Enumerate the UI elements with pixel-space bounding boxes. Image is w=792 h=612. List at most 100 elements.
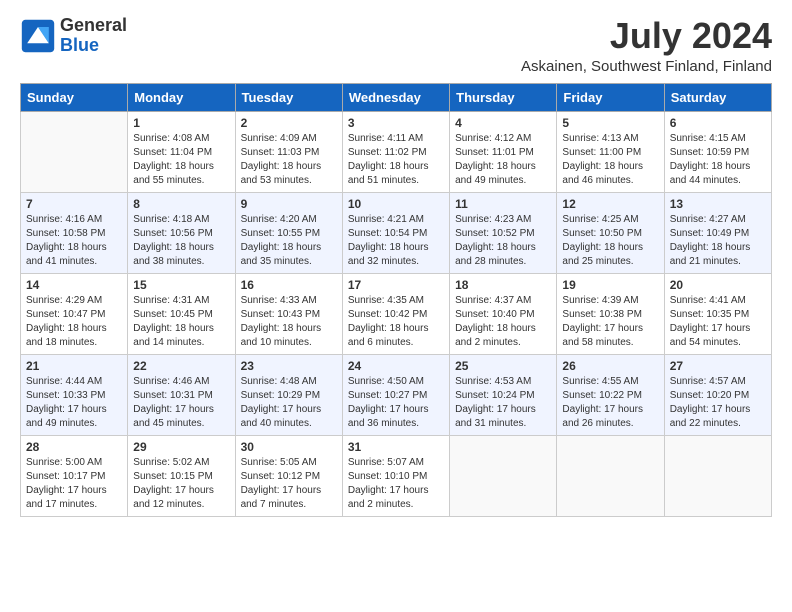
calendar-cell: 8Sunrise: 4:18 AMSunset: 10:56 PMDayligh… <box>128 192 235 273</box>
calendar-cell: 17 Sunrise: 4:35 AMSunset: 10:42 PMDaylig… <box>342 273 449 354</box>
calendar-cell: 25Sunrise: 4:53 AMSunset: 10:24 PMDaylig… <box>450 354 557 435</box>
calendar-cell: 13 Sunrise: 4:27 AMSunset: 10:49 PMDaylig… <box>664 192 771 273</box>
day-number: 23 <box>241 359 337 373</box>
day-number: 1 <box>133 116 229 130</box>
calendar-cell: 12 Sunrise: 4:25 AMSunset: 10:50 PMDaylig… <box>557 192 664 273</box>
day-info: Sunrise: 5:00 AMSunset: 10:17 PMDaylight… <box>26 456 122 512</box>
calendar-cell: 29Sunrise: 5:02 AMSunset: 10:15 PMDaylig… <box>128 435 235 516</box>
day-info: Sunrise: 4:57 AMSunset: 10:20 PMDaylight… <box>670 375 766 431</box>
day-info: Sunrise: 4:15 AMSunset: 10:59 PMDaylight… <box>670 132 766 188</box>
col-header-friday: Friday <box>557 83 664 111</box>
day-number: 27 <box>670 359 766 373</box>
day-info: Sunrise: 4:46 AMSunset: 10:31 PMDaylight… <box>133 375 229 431</box>
col-header-tuesday: Tuesday <box>235 83 342 111</box>
calendar-cell <box>450 435 557 516</box>
calendar-cell: 5 Sunrise: 4:13 AMSunset: 11:00 PMDayligh… <box>557 111 664 192</box>
day-info: Sunrise: 4:25 AMSunset: 10:50 PMDaylight… <box>562 213 658 269</box>
day-number: 4 <box>455 116 551 130</box>
day-number: 30 <box>241 440 337 454</box>
day-info: Sunrise: 5:05 AMSunset: 10:12 PMDaylight… <box>241 456 337 512</box>
day-info: Sunrise: 4:21 AMSunset: 10:54 PMDaylight… <box>348 213 444 269</box>
calendar-cell: 20 Sunrise: 4:41 AMSunset: 10:35 PMDaylig… <box>664 273 771 354</box>
day-info: Sunrise: 4:08 AMSunset: 11:04 PMDaylight… <box>133 132 229 188</box>
day-info: Sunrise: 4:35 AMSunset: 10:42 PMDaylight… <box>348 294 444 350</box>
day-info: Sunrise: 4:33 AMSunset: 10:43 PMDaylight… <box>241 294 337 350</box>
week-row-2: 7 Sunrise: 4:16 AMSunset: 10:58 PMDayligh… <box>21 192 772 273</box>
calendar-cell: 4 Sunrise: 4:12 AMSunset: 11:01 PMDayligh… <box>450 111 557 192</box>
calendar-cell: 27 Sunrise: 4:57 AMSunset: 10:20 PMDaylig… <box>664 354 771 435</box>
day-number: 20 <box>670 278 766 292</box>
header-row: SundayMondayTuesdayWednesdayThursdayFrid… <box>21 83 772 111</box>
calendar-cell: 11 Sunrise: 4:23 AMSunset: 10:52 PMDaylig… <box>450 192 557 273</box>
day-info: Sunrise: 4:16 AMSunset: 10:58 PMDaylight… <box>26 213 122 269</box>
day-number: 15 <box>133 278 229 292</box>
logo-text: General Blue <box>60 16 127 56</box>
day-number: 2 <box>241 116 337 130</box>
day-number: 14 <box>26 278 122 292</box>
day-number: 22 <box>133 359 229 373</box>
day-number: 26 <box>562 359 658 373</box>
calendar-cell: 18 Sunrise: 4:37 AMSunset: 10:40 PMDaylig… <box>450 273 557 354</box>
day-number: 31 <box>348 440 444 454</box>
calendar-cell: 31Sunrise: 5:07 AMSunset: 10:10 PMDaylig… <box>342 435 449 516</box>
week-row-4: 21Sunrise: 4:44 AMSunset: 10:33 PMDaylig… <box>21 354 772 435</box>
day-number: 21 <box>26 359 122 373</box>
col-header-wednesday: Wednesday <box>342 83 449 111</box>
day-number: 10 <box>348 197 444 211</box>
day-number: 7 <box>26 197 122 211</box>
day-info: Sunrise: 4:39 AMSunset: 10:38 PMDaylight… <box>562 294 658 350</box>
calendar-cell: 22 Sunrise: 4:46 AMSunset: 10:31 PMDaylig… <box>128 354 235 435</box>
calendar-cell: 23 Sunrise: 4:48 AMSunset: 10:29 PMDaylig… <box>235 354 342 435</box>
calendar-cell: 24Sunrise: 4:50 AMSunset: 10:27 PMDaylig… <box>342 354 449 435</box>
title-section: July 2024 Askainen, Southwest Finland, F… <box>521 16 772 75</box>
day-info: Sunrise: 4:27 AMSunset: 10:49 PMDaylight… <box>670 213 766 269</box>
calendar-cell: 9 Sunrise: 4:20 AMSunset: 10:55 PMDayligh… <box>235 192 342 273</box>
day-number: 28 <box>26 440 122 454</box>
day-info: Sunrise: 4:55 AMSunset: 10:22 PMDaylight… <box>562 375 658 431</box>
day-number: 17 <box>348 278 444 292</box>
day-info: Sunrise: 4:48 AMSunset: 10:29 PMDaylight… <box>241 375 337 431</box>
day-info: Sunrise: 4:11 AMSunset: 11:02 PMDaylight… <box>348 132 444 188</box>
month-year: July 2024 <box>521 16 772 56</box>
day-info: Sunrise: 4:29 AMSunset: 10:47 PMDaylight… <box>26 294 122 350</box>
day-info: Sunrise: 4:53 AMSunset: 10:24 PMDaylight… <box>455 375 551 431</box>
day-info: Sunrise: 4:23 AMSunset: 10:52 PMDaylight… <box>455 213 551 269</box>
day-number: 9 <box>241 197 337 211</box>
calendar-cell: 26 Sunrise: 4:55 AMSunset: 10:22 PMDaylig… <box>557 354 664 435</box>
day-number: 29 <box>133 440 229 454</box>
logo-general-text: General <box>60 16 127 36</box>
calendar-cell: 3Sunrise: 4:11 AMSunset: 11:02 PMDayligh… <box>342 111 449 192</box>
day-info: Sunrise: 4:09 AMSunset: 11:03 PMDaylight… <box>241 132 337 188</box>
day-number: 8 <box>133 197 229 211</box>
calendar-cell: 7 Sunrise: 4:16 AMSunset: 10:58 PMDayligh… <box>21 192 128 273</box>
calendar-cell: 21Sunrise: 4:44 AMSunset: 10:33 PMDaylig… <box>21 354 128 435</box>
col-header-saturday: Saturday <box>664 83 771 111</box>
calendar-cell: 30 Sunrise: 5:05 AMSunset: 10:12 PMDaylig… <box>235 435 342 516</box>
day-number: 5 <box>562 116 658 130</box>
day-info: Sunrise: 4:41 AMSunset: 10:35 PMDaylight… <box>670 294 766 350</box>
week-row-1: 1 Sunrise: 4:08 AMSunset: 11:04 PMDayligh… <box>21 111 772 192</box>
week-row-5: 28 Sunrise: 5:00 AMSunset: 10:17 PMDaylig… <box>21 435 772 516</box>
calendar-cell <box>21 111 128 192</box>
logo-blue-text: Blue <box>60 36 127 56</box>
day-number: 11 <box>455 197 551 211</box>
calendar-cell: 1 Sunrise: 4:08 AMSunset: 11:04 PMDayligh… <box>128 111 235 192</box>
day-number: 13 <box>670 197 766 211</box>
day-number: 6 <box>670 116 766 130</box>
calendar-cell: 2 Sunrise: 4:09 AMSunset: 11:03 PMDayligh… <box>235 111 342 192</box>
calendar-cell <box>557 435 664 516</box>
day-number: 12 <box>562 197 658 211</box>
day-info: Sunrise: 4:20 AMSunset: 10:55 PMDaylight… <box>241 213 337 269</box>
day-info: Sunrise: 4:31 AMSunset: 10:45 PMDaylight… <box>133 294 229 350</box>
calendar-cell <box>664 435 771 516</box>
calendar-cell: 28 Sunrise: 5:00 AMSunset: 10:17 PMDaylig… <box>21 435 128 516</box>
calendar-cell: 6 Sunrise: 4:15 AMSunset: 10:59 PMDayligh… <box>664 111 771 192</box>
day-number: 18 <box>455 278 551 292</box>
day-info: Sunrise: 4:13 AMSunset: 11:00 PMDaylight… <box>562 132 658 188</box>
logo: General Blue <box>20 16 127 56</box>
day-info: Sunrise: 4:12 AMSunset: 11:01 PMDaylight… <box>455 132 551 188</box>
logo-icon <box>20 18 56 54</box>
calendar-cell: 16Sunrise: 4:33 AMSunset: 10:43 PMDaylig… <box>235 273 342 354</box>
col-header-thursday: Thursday <box>450 83 557 111</box>
day-info: Sunrise: 4:37 AMSunset: 10:40 PMDaylight… <box>455 294 551 350</box>
